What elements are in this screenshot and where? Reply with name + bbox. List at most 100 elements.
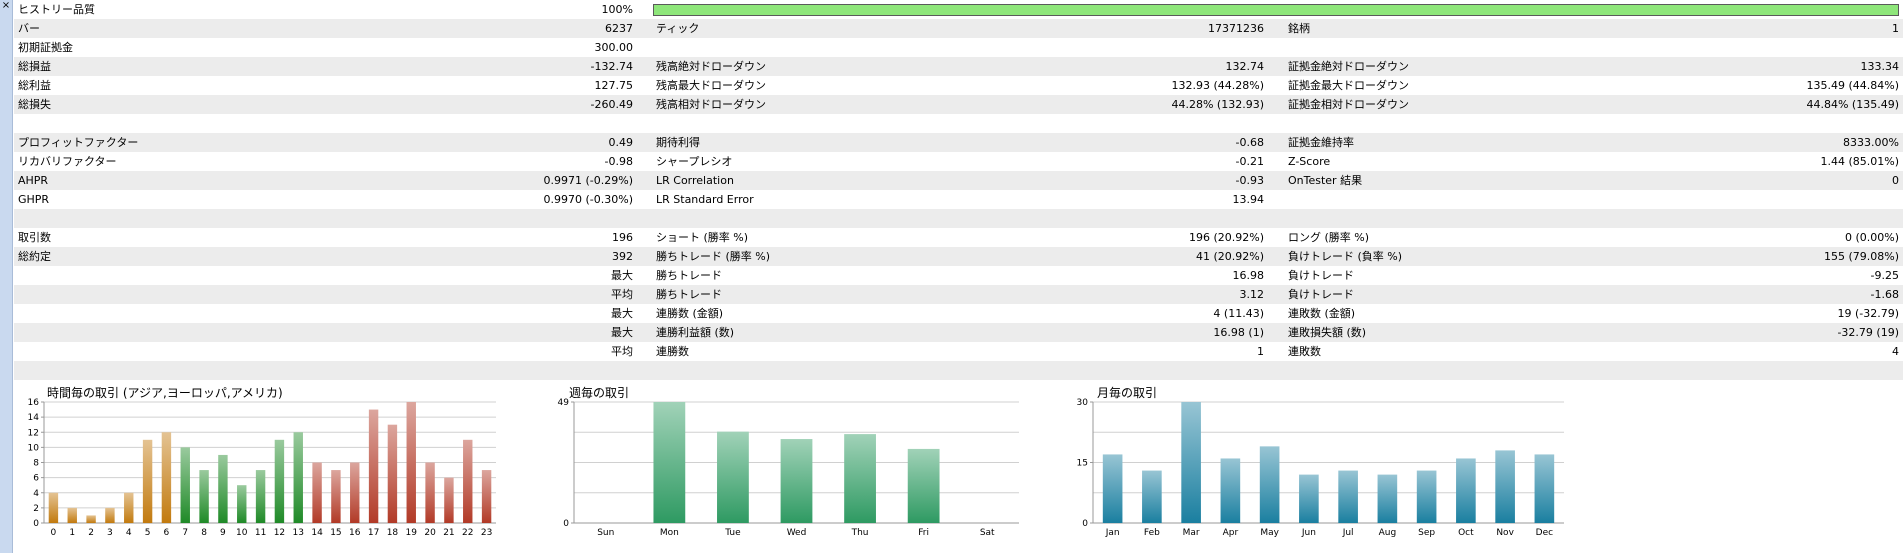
table-row: GHPR 0.9970 (-0.30%) LR Standard Error 13.9… bbox=[14, 190, 1903, 209]
chart-bar bbox=[1456, 458, 1476, 523]
chart-bar bbox=[907, 448, 940, 523]
value-col1: 最大 bbox=[611, 307, 633, 320]
label-col3: 連敗損失額 (数) bbox=[1288, 326, 1367, 339]
table-row: 総利益 127.75 残高最大ドローダウン 132.93 (44.28%) 証拠金最大ド… bbox=[14, 76, 1903, 95]
value-col1: 127.75 bbox=[594, 79, 634, 92]
chart-y-tick-label: 0 bbox=[1082, 519, 1088, 529]
value-col3: 135.49 (44.84%) bbox=[1806, 79, 1899, 92]
chart-y-tick-label: 16 bbox=[28, 398, 40, 408]
history-quality-bar bbox=[653, 4, 1899, 16]
chart-x-tick-label: 18 bbox=[387, 528, 399, 538]
value-col2: 132.93 (44.28%) bbox=[1171, 79, 1264, 92]
chart-bar bbox=[1142, 470, 1162, 523]
table-row: 最大 連勝利益額 (数) 16.98 (1) 連敗損失額 (数) -32.79 (19) bbox=[14, 323, 1903, 342]
chart-bar bbox=[67, 507, 77, 523]
chart-bar bbox=[255, 470, 266, 523]
label-col2: 期待利得 bbox=[656, 136, 700, 149]
label-col2: 勝ちトレード bbox=[656, 288, 722, 301]
chart-x-tick-label: Nov bbox=[1496, 528, 1514, 538]
charts-area: 時間毎の取引 (アジア,ヨーロッパ,アメリカ) 0 2 4 6 8 10 12 14 16 0 1 2 3… bbox=[14, 383, 1903, 553]
chart-x-tick-label: 5 bbox=[145, 528, 151, 538]
chart-bar bbox=[387, 424, 398, 523]
chart-bar bbox=[481, 470, 492, 523]
table-row: AHPR 0.9971 (-0.29%) LR Correlation -0.93 On… bbox=[14, 171, 1903, 190]
value-col1: -132.74 bbox=[590, 60, 633, 73]
chart-x-tick-label: Wed bbox=[787, 528, 807, 538]
label-col2: 勝ちトレード bbox=[656, 269, 722, 282]
value-col2: 196 (20.92%) bbox=[1188, 231, 1264, 244]
table-row: 総損益 -132.74 残高絶対ドローダウン 132.74 証拠金絶対ドローダウン 133… bbox=[14, 57, 1903, 76]
value-col1: 0.9971 (-0.29%) bbox=[543, 174, 633, 187]
chart-bar bbox=[717, 431, 749, 523]
chart-bar bbox=[368, 409, 379, 523]
table-row-history-quality: ヒストリー品質 100% bbox=[14, 0, 1903, 19]
value-col3: 0 (0.00%) bbox=[1844, 231, 1899, 244]
label-col3: 連敗数 (金額) bbox=[1288, 307, 1356, 320]
chart-x-tick-label: Dec bbox=[1536, 528, 1553, 538]
chart-x-tick-label: Fri bbox=[918, 528, 929, 538]
label-col2: 残高相対ドローダウン bbox=[656, 98, 766, 111]
chart-bar bbox=[180, 447, 190, 523]
table-row: 初期証拠金 300.00 bbox=[14, 38, 1903, 57]
table-row: 総約定 392 勝ちトレード (勝率 %) 41 (20.92%) 負けトレード (負率… bbox=[14, 247, 1903, 266]
close-icon[interactable]: × bbox=[1, 0, 11, 12]
label-col1: 初期証拠金 bbox=[18, 41, 73, 54]
chart-y-tick-label: 15 bbox=[1077, 459, 1088, 469]
chart-y-tick-label: 8 bbox=[33, 459, 39, 469]
value-col3: -32.79 (19) bbox=[1837, 326, 1899, 339]
chart-bar bbox=[1377, 474, 1398, 523]
table-row bbox=[14, 114, 1903, 133]
history-quality-label: ヒストリー品質 bbox=[18, 3, 95, 16]
value-col3: 155 (79.08%) bbox=[1823, 250, 1899, 263]
history-quality-bar-fill bbox=[654, 5, 1898, 15]
chart-bar bbox=[293, 432, 303, 523]
label-col3: 負けトレード bbox=[1288, 269, 1354, 282]
label-col1: バー bbox=[18, 22, 40, 35]
label-col2: 勝ちトレード (勝率 %) bbox=[656, 250, 771, 263]
label-col1: 総利益 bbox=[18, 79, 51, 92]
chart-x-tick-label: 2 bbox=[88, 528, 94, 538]
chart-bar bbox=[1495, 450, 1515, 523]
chart-title: 時間毎の取引 (アジア,ヨーロッパ,アメリカ) bbox=[47, 385, 283, 400]
chart-x-tick-label: 3 bbox=[107, 528, 113, 538]
label-col3: OnTester 結果 bbox=[1288, 174, 1363, 187]
chart-bar bbox=[218, 454, 228, 523]
value-col2: 41 (20.92%) bbox=[1195, 250, 1264, 263]
chart-x-tick-label: 16 bbox=[349, 528, 361, 538]
table-row: バー 6237 ティック 17371236 銘柄 1 bbox=[14, 19, 1903, 38]
value-col3: 0 bbox=[1892, 174, 1899, 187]
chart-bar bbox=[444, 477, 454, 523]
chart-x-tick-label: May bbox=[1260, 528, 1279, 538]
value-col2: 17371236 bbox=[1208, 22, 1264, 35]
chart-x-tick-label: Jun bbox=[1301, 528, 1316, 538]
chart-y-tick-label: 2 bbox=[33, 504, 39, 514]
chart-x-tick-label: 19 bbox=[406, 528, 418, 538]
value-col2: -0.93 bbox=[1235, 174, 1264, 187]
chart-bar bbox=[1220, 458, 1241, 523]
label-col1: 総約定 bbox=[18, 250, 51, 263]
chart-bar bbox=[86, 515, 96, 523]
chart-y-tick-label: 14 bbox=[28, 413, 40, 423]
chart-x-tick-label: 4 bbox=[126, 528, 132, 538]
table-row bbox=[14, 361, 1903, 380]
chart-y-tick-label: 6 bbox=[33, 474, 39, 484]
history-quality-value: 100% bbox=[601, 3, 633, 16]
chart-bar bbox=[1181, 402, 1201, 523]
label-col3: 連敗数 bbox=[1288, 345, 1321, 358]
value-col1: 392 bbox=[612, 250, 633, 263]
value-col2: 13.94 bbox=[1232, 193, 1265, 206]
label-col2: ショート (勝率 %) bbox=[656, 231, 749, 244]
table-row: 最大 連勝数 (金額) 4 (11.43) 連敗数 (金額) 19 (-32.79) bbox=[14, 304, 1903, 323]
chart-x-tick-label: Sat bbox=[980, 528, 995, 538]
chart-x-tick-label: Thu bbox=[851, 528, 869, 538]
chart-bar bbox=[48, 492, 59, 523]
value-col2: 132.74 bbox=[1225, 60, 1265, 73]
chart-bar bbox=[653, 402, 686, 523]
value-col1: 0.9970 (-0.30%) bbox=[543, 193, 633, 206]
chart-x-tick-label: 11 bbox=[255, 528, 266, 538]
chart-x-tick-label: 14 bbox=[311, 528, 323, 538]
chart-bar bbox=[844, 434, 876, 523]
chart-x-tick-label: 1 bbox=[69, 528, 75, 538]
table-row: 最大 勝ちトレード 16.98 負けトレード -9.25 bbox=[14, 266, 1903, 285]
chart-x-tick-label: 8 bbox=[201, 528, 207, 538]
